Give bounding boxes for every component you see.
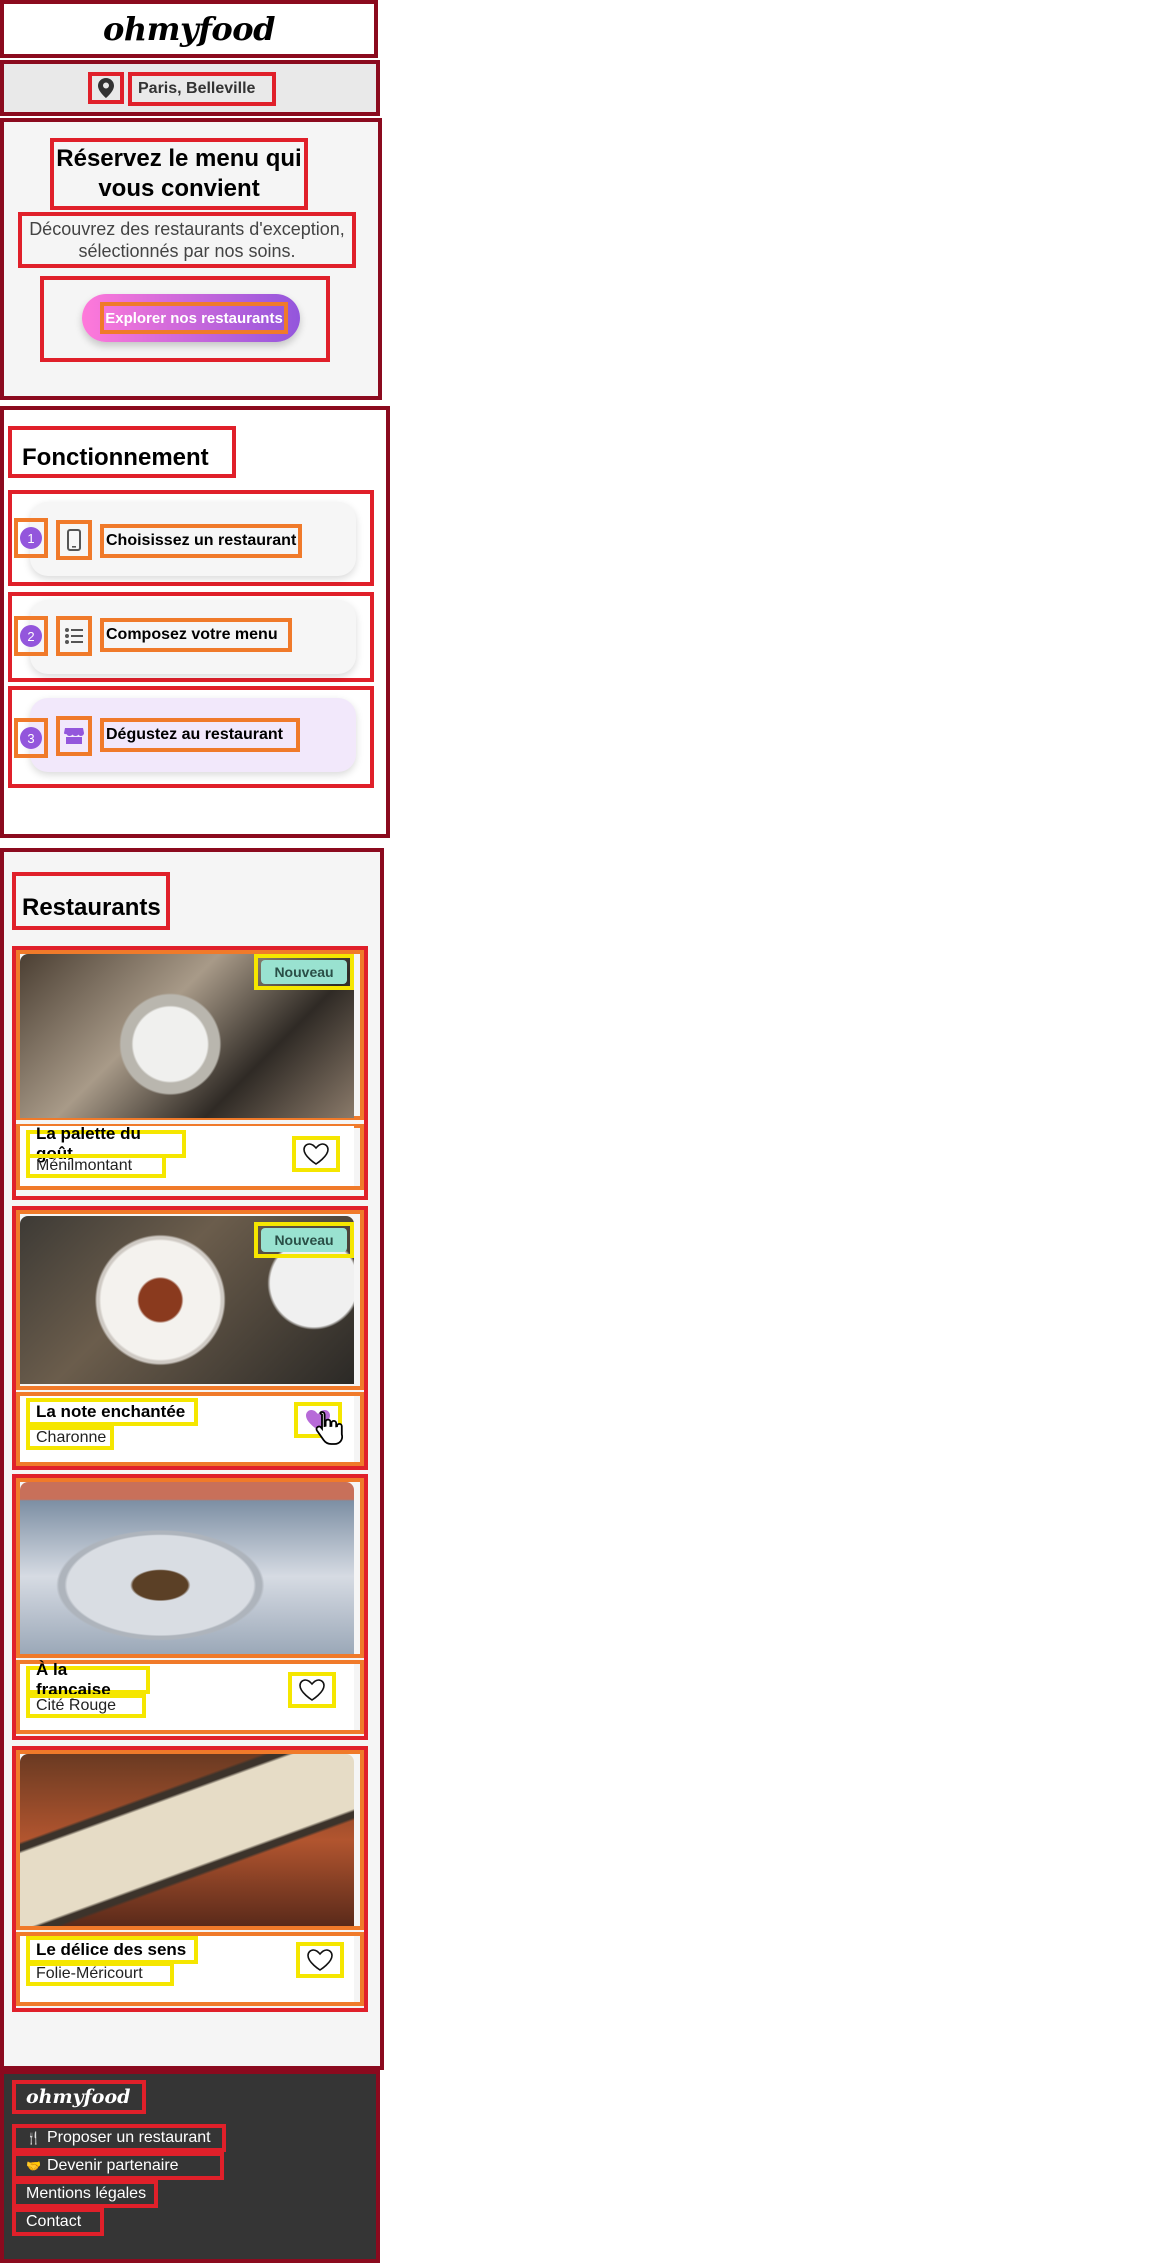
footer-link-contact[interactable]: Contact	[12, 2208, 104, 2236]
location-label[interactable]: Paris, Belleville	[128, 72, 276, 106]
restaurant-name[interactable]: La note enchantée	[26, 1398, 198, 1426]
heart-icon[interactable]	[288, 1672, 336, 1708]
restaurant-name[interactable]: Le délice des sens	[26, 1936, 198, 1964]
restaurant-photo[interactable]	[20, 1482, 354, 1654]
step-number-badge: 1	[14, 518, 48, 558]
explore-restaurants-label[interactable]: Explorer nos restaurants	[100, 302, 288, 334]
step-number-badge: 2	[14, 616, 48, 656]
step-number-badge: 3	[14, 718, 48, 758]
step-label: Dégustez au restaurant	[100, 718, 300, 752]
heart-icon[interactable]	[292, 1136, 340, 1172]
footer-link-propose-restaurant[interactable]: 🍴 Proposer un restaurant	[12, 2124, 226, 2152]
hero-subtitle: Découvrez des restaurants d'exception, s…	[18, 212, 356, 268]
section-title: Fonctionnement	[8, 426, 236, 478]
restaurant-district: Cité Rouge	[26, 1694, 146, 1718]
store-icon	[56, 716, 92, 756]
footer-logo[interactable]: ohmyfood	[12, 2080, 146, 2114]
restaurant-name[interactable]: À la française	[26, 1660, 150, 1699]
section-title: Restaurants	[12, 872, 170, 930]
pointer-cursor-icon	[314, 1410, 344, 1446]
map-pin-icon	[88, 72, 124, 104]
restaurant-district: Folie-Méricourt	[26, 1962, 174, 1986]
site-header: ohmyfood	[0, 0, 378, 58]
footer-link-become-partner[interactable]: 🤝 Devenir partenaire	[12, 2152, 224, 2180]
new-badge: Nouveau	[254, 954, 354, 990]
restaurant-district: Ménilmontant	[26, 1154, 166, 1178]
restaurant-district: Charonne	[26, 1426, 114, 1450]
site-logo[interactable]: ohmyfood	[103, 10, 275, 48]
hero-title: Réservez le menu qui vous convient	[50, 138, 308, 210]
heart-icon[interactable]	[296, 1942, 344, 1978]
handshake-icon: 🤝	[26, 2159, 41, 2173]
smartphone-icon	[56, 520, 92, 560]
new-badge: Nouveau	[254, 1222, 354, 1258]
utensils-icon: 🍴	[26, 2131, 41, 2145]
step-label: Composez votre menu	[100, 618, 292, 652]
restaurant-photo[interactable]	[20, 1754, 354, 1926]
footer-link-legal[interactable]: Mentions légales	[12, 2180, 158, 2208]
list-icon	[56, 616, 92, 656]
step-label: Choisissez un restaurant	[100, 524, 302, 558]
